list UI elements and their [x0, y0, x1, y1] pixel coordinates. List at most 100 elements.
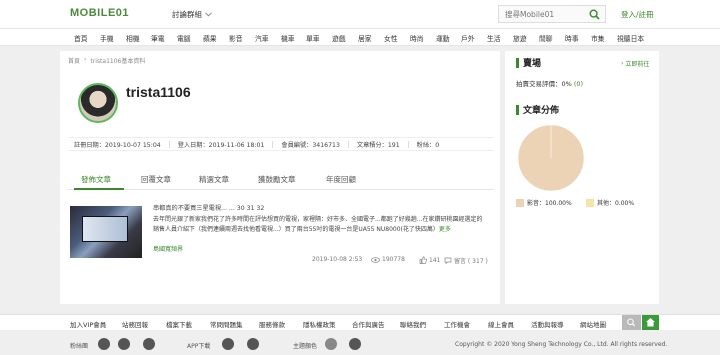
nav-item[interactable]: 電腦	[177, 33, 191, 43]
copyright-text: Copyright © 2020 Yong Sheng Technology C…	[455, 341, 668, 348]
rating-label: 拍賣交易評價：	[516, 80, 562, 88]
profile-username: trista1106	[126, 84, 191, 100]
nav-item[interactable]: 手機	[100, 33, 114, 43]
active-tab-indicator	[74, 188, 124, 190]
footer-link[interactable]: 工作機會	[444, 319, 470, 329]
nav-item[interactable]: 居家	[358, 33, 372, 43]
post-date: 2019-10-08 2:53	[312, 256, 362, 263]
post-views-count: 190778	[382, 256, 405, 263]
instagram-icon[interactable]	[143, 338, 155, 350]
nav-item[interactable]: 影音	[229, 33, 243, 43]
nav-item[interactable]: 閒聊	[539, 33, 553, 43]
nav-item[interactable]: 遊戲	[332, 33, 346, 43]
breadcrumb-current: trista1106基本資料	[90, 58, 146, 65]
legend-swatch	[586, 198, 594, 207]
footer-link[interactable]: 服務條款	[259, 319, 285, 329]
post-title[interactable]: 串都真的不要買三星電視... ... 30 31 32	[153, 203, 264, 212]
post-forum-link[interactable]: 島國寬頻界	[153, 244, 183, 253]
legend-label: 其他：0.00%	[597, 200, 635, 207]
facebook-icon[interactable]	[98, 338, 110, 350]
search-input[interactable]	[499, 9, 589, 19]
eye-icon	[371, 256, 380, 263]
search-shortcut-button[interactable]	[622, 315, 641, 330]
android-icon[interactable]	[247, 338, 259, 350]
twitter-icon[interactable]	[118, 338, 130, 350]
nav-item[interactable]: 時事	[565, 33, 579, 43]
stat-login-date: 登入日期：2019-11-06 18:01	[177, 141, 265, 149]
footer-link[interactable]: 站務回報	[122, 319, 148, 329]
post-likes-count: 141	[429, 256, 441, 264]
home-button[interactable]	[642, 315, 659, 330]
top-header: MOBILE01 討論群組 登入/註冊	[0, 0, 720, 28]
home-icon	[646, 318, 655, 327]
post-views: 190778	[371, 256, 405, 263]
post-replies: 留言 ( 317 )	[444, 256, 488, 265]
post-thumbnail[interactable]	[70, 206, 142, 258]
tv-screen-image	[82, 216, 128, 242]
post-likes: 141	[419, 256, 440, 264]
nav-item[interactable]: 相機	[126, 33, 140, 43]
nav-item[interactable]: 市集	[591, 33, 605, 43]
heading-accent-bar	[516, 104, 519, 115]
footer-link[interactable]: 加入VIP會員	[70, 319, 106, 329]
nav-item[interactable]: 筆電	[151, 33, 165, 43]
post-replies-count: 留言 ( 317 )	[454, 258, 488, 265]
market-more-link[interactable]: › 立即前往	[621, 59, 649, 68]
nav-item[interactable]: 戶外	[461, 33, 475, 43]
search-icon	[627, 318, 636, 327]
tab-encouraged[interactable]: 獲鼓勵文章	[258, 174, 296, 185]
nav-item[interactable]: 視聽日本	[617, 33, 644, 43]
breadcrumb-home[interactable]: 首頁	[68, 56, 80, 65]
nav-item[interactable]: 生活	[487, 33, 501, 43]
nav-item[interactable]: 機車	[281, 33, 295, 43]
footer-link[interactable]: 活動與報導	[531, 319, 564, 329]
stat-divider	[168, 140, 170, 148]
light-theme-icon[interactable]	[325, 338, 337, 350]
tab-replies[interactable]: 回覆文章	[141, 174, 171, 185]
nav-item[interactable]: 運動	[436, 33, 450, 43]
nav-item[interactable]: 旅遊	[513, 33, 527, 43]
nav-item[interactable]: 汽車	[255, 33, 269, 43]
nav-item[interactable]: 時尚	[410, 33, 424, 43]
post-date-text: 2019-10-08 2:53	[312, 256, 363, 263]
login-register-link[interactable]: 登入/註冊	[621, 9, 654, 20]
nav-item[interactable]: 蘋果	[203, 33, 217, 43]
search-box	[498, 5, 606, 23]
footer-link[interactable]: 網站地圖	[580, 319, 606, 329]
stat-divider	[347, 140, 349, 148]
tab-annual-review[interactable]: 年度回顧	[326, 174, 356, 185]
stat-register-date: 註冊日期：2019-10-07 15:04	[74, 141, 161, 149]
app-download-label: APP下載	[187, 343, 211, 350]
stat-divider	[272, 140, 274, 148]
nav-item[interactable]: 單車	[306, 33, 320, 43]
search-icon[interactable]	[589, 9, 600, 20]
footer-link[interactable]: 合作與廣告	[352, 319, 385, 329]
footer-link[interactable]: 線上會員	[488, 319, 514, 329]
tab-posts[interactable]: 發佈文章	[81, 174, 111, 185]
footer-link[interactable]: 聯絡我們	[400, 319, 426, 329]
tab-featured[interactable]: 精選文章	[199, 174, 229, 185]
stat-fans: 粉絲：0	[416, 141, 440, 149]
rating-count[interactable]: (0)	[574, 80, 583, 88]
mobile01-logo[interactable]: MOBILE01	[70, 6, 129, 20]
logo-text: MOBILE01	[70, 7, 130, 19]
stat-points: 文章積分：191	[356, 141, 400, 149]
breadcrumb-separator: ›	[84, 56, 87, 63]
post-excerpt: 去年問光銀了新家我們花了許多時間在評估想買的電視，家裡隔：好市多、全國電子...…	[153, 215, 487, 234]
market-title: 賣場	[523, 59, 542, 69]
footer-link[interactable]: 常問問題集	[210, 319, 243, 329]
forum-group-dropdown[interactable]: 討論群組	[172, 9, 212, 20]
thumbs-up-icon	[419, 256, 427, 264]
distribution-pie-chart	[517, 124, 585, 192]
footer-link[interactable]: 隱私權政策	[303, 319, 336, 329]
nav-item[interactable]: 首頁	[74, 33, 88, 43]
legend-item: 其他：0.00%	[586, 198, 634, 207]
avatar	[78, 83, 118, 123]
profile-stats: 註冊日期：2019-10-07 15:04 登入日期：2019-11-06 18…	[68, 137, 494, 151]
post-more-link[interactable]: 更多	[439, 226, 451, 233]
apple-icon[interactable]	[222, 338, 234, 350]
dark-theme-icon[interactable]	[349, 338, 361, 350]
nav-item[interactable]: 女性	[384, 33, 398, 43]
comment-icon	[444, 257, 452, 264]
footer-link[interactable]: 檔案下載	[166, 319, 192, 329]
